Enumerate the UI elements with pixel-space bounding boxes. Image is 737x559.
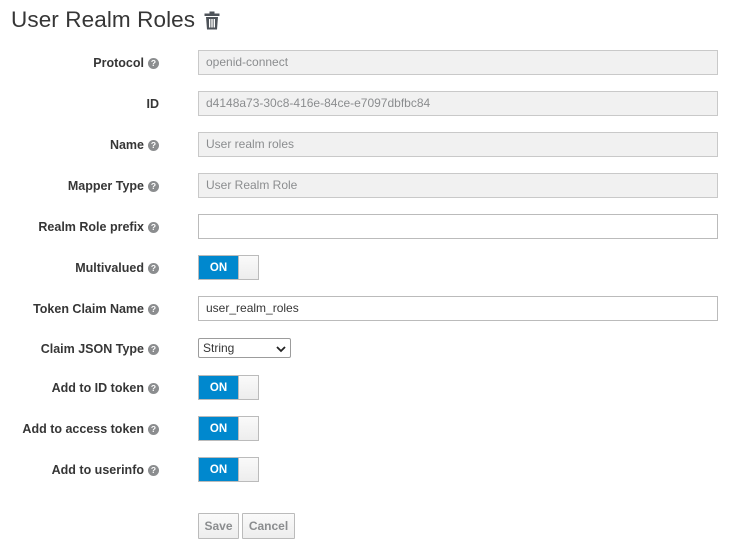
page-header: User Realm Roles	[11, 4, 220, 36]
cancel-button[interactable]: Cancel	[242, 513, 295, 539]
page-title: User Realm Roles	[11, 7, 196, 32]
form-row-add-to-id-token: Add to ID token ? ON	[0, 375, 737, 401]
protocol-field[interactable]: openid-connect	[198, 50, 718, 75]
add-to-access-token-label: Add to access token ?	[22, 422, 159, 436]
token-claim-name-label: Token Claim Name ?	[33, 302, 159, 316]
claim-json-type-label: Claim JSON Type ?	[41, 342, 159, 356]
select-value: String	[203, 341, 235, 355]
help-icon[interactable]: ?	[148, 139, 159, 151]
realm-role-prefix-label: Realm Role prefix ?	[38, 220, 159, 234]
toggle-handle	[238, 417, 258, 440]
multivalued-label: Multivalued ?	[75, 261, 159, 275]
add-to-id-token-toggle[interactable]: ON	[198, 375, 259, 400]
form-row-realm-role-prefix: Realm Role prefix ?	[0, 214, 737, 240]
form-row-id: ID d4148a73-30c8-416e-84ce-e7097dbfbc84	[0, 91, 737, 117]
help-icon[interactable]: ?	[148, 180, 159, 192]
form-row-protocol: Protocol ? openid-connect	[0, 50, 737, 76]
toggle-on-label: ON	[199, 458, 238, 481]
form-row-mapper-type: Mapper Type ? User Realm Role	[0, 173, 737, 199]
form-row-token-claim-name: Token Claim Name ? user_realm_roles	[0, 296, 737, 322]
mapper-type-label: Mapper Type ?	[68, 179, 159, 193]
form-row-add-to-userinfo: Add to userinfo ? ON	[0, 457, 737, 483]
name-field[interactable]: User realm roles	[198, 132, 718, 157]
chevron-down-icon	[276, 343, 286, 353]
toggle-handle	[238, 256, 258, 279]
token-claim-name-input[interactable]: user_realm_roles	[198, 296, 718, 321]
form-row-add-to-access-token: Add to access token ? ON	[0, 416, 737, 442]
add-to-access-token-toggle[interactable]: ON	[198, 416, 259, 441]
add-to-userinfo-label: Add to userinfo ?	[52, 463, 159, 477]
multivalued-toggle[interactable]: ON	[198, 255, 259, 280]
toggle-on-label: ON	[199, 256, 238, 279]
trash-icon[interactable]	[204, 11, 220, 30]
save-button[interactable]: Save	[198, 513, 239, 539]
add-to-userinfo-toggle[interactable]: ON	[198, 457, 259, 482]
help-icon[interactable]: ?	[148, 221, 159, 233]
toggle-on-label: ON	[199, 417, 238, 440]
help-icon[interactable]: ?	[148, 382, 159, 394]
realm-role-prefix-input[interactable]	[198, 214, 718, 239]
mapper-type-field[interactable]: User Realm Role	[198, 173, 718, 198]
form-row-claim-json-type: Claim JSON Type ? String	[0, 338, 737, 360]
help-icon[interactable]: ?	[148, 423, 159, 435]
add-to-id-token-label: Add to ID token ?	[52, 381, 159, 395]
form-row-multivalued: Multivalued ? ON	[0, 255, 737, 281]
help-icon[interactable]: ?	[148, 464, 159, 476]
id-field[interactable]: d4148a73-30c8-416e-84ce-e7097dbfbc84	[198, 91, 718, 116]
help-icon[interactable]: ?	[148, 343, 159, 355]
claim-json-type-select[interactable]: String	[198, 338, 291, 358]
help-icon[interactable]: ?	[148, 262, 159, 274]
id-label: ID	[146, 97, 160, 111]
toggle-on-label: ON	[199, 376, 238, 399]
form-row-name: Name ? User realm roles	[0, 132, 737, 158]
toggle-handle	[238, 376, 258, 399]
help-icon[interactable]: ?	[148, 303, 159, 315]
help-icon[interactable]: ?	[148, 57, 159, 69]
name-label: Name ?	[110, 138, 159, 152]
toggle-handle	[238, 458, 258, 481]
protocol-label: Protocol ?	[93, 56, 159, 70]
